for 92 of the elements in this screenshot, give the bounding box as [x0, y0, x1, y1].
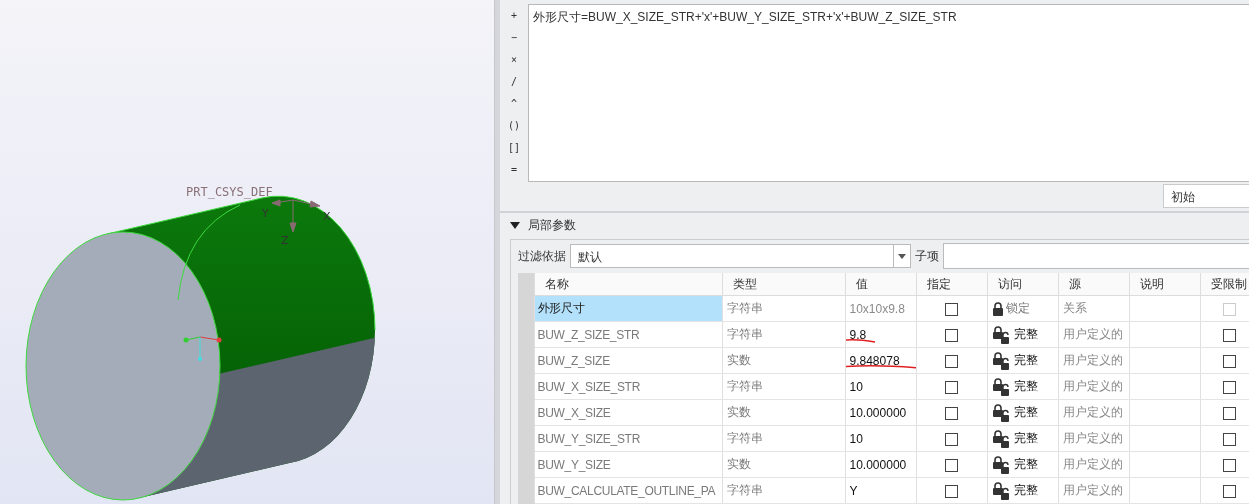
operator-button[interactable]: ×	[511, 50, 517, 72]
child-field[interactable]	[943, 243, 1249, 269]
coordinate-system-label: PRT_CSYS_DEF	[186, 185, 273, 199]
value-cell[interactable]: Y	[845, 477, 916, 504]
value-cell[interactable]: 9.8	[845, 321, 916, 348]
type-cell: 实数	[722, 451, 845, 478]
access-label: 完整	[1013, 482, 1038, 499]
checkbox[interactable]	[945, 458, 958, 472]
axis-label: Y	[262, 207, 269, 220]
checkbox[interactable]	[1222, 380, 1236, 394]
source-cell: 用户定义的	[1058, 373, 1129, 400]
value-cell[interactable]: 10	[845, 373, 916, 400]
operator-button[interactable]: ()	[507, 116, 520, 138]
value-cell[interactable]: 9.848078	[845, 347, 916, 374]
source-cell: 用户定义的	[1058, 321, 1129, 348]
operator-button[interactable]: ^	[511, 94, 517, 116]
operator-button[interactable]: −	[511, 28, 517, 50]
parameter-name-cell[interactable]: BUW_X_SIZE_STR	[534, 373, 722, 400]
value-cell[interactable]: 10	[845, 425, 916, 452]
value-cell[interactable]: 10.000000	[845, 451, 916, 478]
axis-label: Z	[281, 234, 289, 247]
checkbox[interactable]	[945, 406, 958, 420]
operator-button[interactable]: []	[507, 138, 520, 160]
axis-label: X	[323, 210, 331, 223]
checkbox[interactable]	[945, 380, 958, 394]
checkbox[interactable]	[1222, 458, 1236, 472]
source-cell: 用户定义的	[1058, 347, 1129, 374]
column-header[interactable]: 类型	[722, 273, 845, 296]
source-cell: 用户定义的	[1058, 451, 1129, 478]
locks-icon	[991, 429, 1012, 448]
value-cell[interactable]: 10x10x9.8	[845, 295, 916, 322]
type-cell: 实数	[722, 399, 845, 426]
parameter-name-cell[interactable]: BUW_Y_SIZE_STR	[534, 425, 722, 452]
checkbox[interactable]	[1222, 354, 1236, 368]
filter-dropdown[interactable]: 默认	[570, 244, 911, 268]
source-cell: 用户定义的	[1058, 425, 1129, 452]
type-cell: 字符串	[722, 321, 845, 348]
coordinate-axes-icon	[271, 199, 321, 233]
type-cell: 字符串	[722, 373, 845, 400]
access-label: 完整	[1013, 326, 1038, 343]
access-label: 完整	[1013, 378, 1038, 395]
parameter-name-cell[interactable]: BUW_Y_SIZE	[534, 451, 722, 478]
lock-icon	[991, 301, 1004, 316]
locks-icon	[991, 351, 1012, 370]
checkbox[interactable]	[1222, 406, 1236, 420]
operator-button[interactable]: +	[511, 6, 517, 28]
checkbox[interactable]	[945, 354, 958, 368]
source-cell: 用户定义的	[1058, 477, 1129, 504]
access-label: 完整	[1013, 404, 1038, 421]
filter-label: 过滤依据	[518, 247, 566, 265]
access-label: 完整	[1013, 352, 1038, 369]
access-label: 锁定	[1005, 300, 1030, 317]
column-header[interactable]: 受限制	[1200, 273, 1249, 296]
locks-icon	[991, 325, 1012, 344]
locks-icon	[991, 455, 1012, 474]
column-header[interactable]: 访问	[987, 273, 1058, 296]
checkbox[interactable]	[1222, 328, 1236, 342]
locks-icon	[991, 403, 1012, 422]
operator-button[interactable]: =	[511, 160, 517, 182]
column-header[interactable]: 名称	[534, 273, 722, 296]
checkbox[interactable]	[1222, 484, 1236, 498]
column-header[interactable]: 说明	[1129, 273, 1200, 296]
checkbox[interactable]	[1222, 432, 1236, 446]
access-label: 完整	[1013, 430, 1038, 447]
parameter-name-cell[interactable]: BUW_X_SIZE	[534, 399, 722, 426]
scope-dropdown[interactable]: 初始	[1163, 184, 1249, 208]
parameter-name-cell[interactable]: BUW_Z_SIZE_STR	[534, 321, 722, 348]
checkbox[interactable]	[945, 302, 958, 316]
operator-button[interactable]: /	[511, 72, 517, 94]
value-cell[interactable]: 10.000000	[845, 399, 916, 426]
access-label: 完整	[1013, 456, 1038, 473]
type-cell: 实数	[722, 347, 845, 374]
column-header[interactable]: 值	[845, 273, 916, 296]
parameter-name-cell[interactable]: BUW_Z_SIZE	[534, 347, 722, 374]
section-title: 局部参数	[528, 217, 576, 235]
source-cell: 关系	[1058, 295, 1129, 322]
locks-icon	[991, 481, 1012, 500]
column-header[interactable]: 指定	[916, 273, 987, 296]
relation-editor[interactable]: 外形尺寸=BUW_X_SIZE_STR+'x'+BUW_Y_SIZE_STR+'x'+BUW_Z_SIZE_STR	[528, 4, 1249, 182]
column-header[interactable]: 源	[1058, 273, 1129, 296]
locks-icon	[991, 377, 1012, 396]
type-cell: 字符串	[722, 425, 845, 452]
type-cell: 字符串	[722, 477, 845, 504]
parameter-name-cell[interactable]: 外形尺寸	[534, 295, 722, 322]
checkbox[interactable]	[945, 484, 958, 498]
checkbox[interactable]	[945, 432, 958, 446]
child-label: 子项	[915, 247, 939, 265]
source-cell: 用户定义的	[1058, 399, 1129, 426]
type-cell: 字符串	[722, 295, 845, 322]
parameter-name-cell[interactable]: BUW_CALCULATE_OUTLINE_PA	[534, 477, 722, 504]
collapse-triangle-icon[interactable]	[510, 222, 520, 230]
checkbox[interactable]	[945, 328, 958, 342]
